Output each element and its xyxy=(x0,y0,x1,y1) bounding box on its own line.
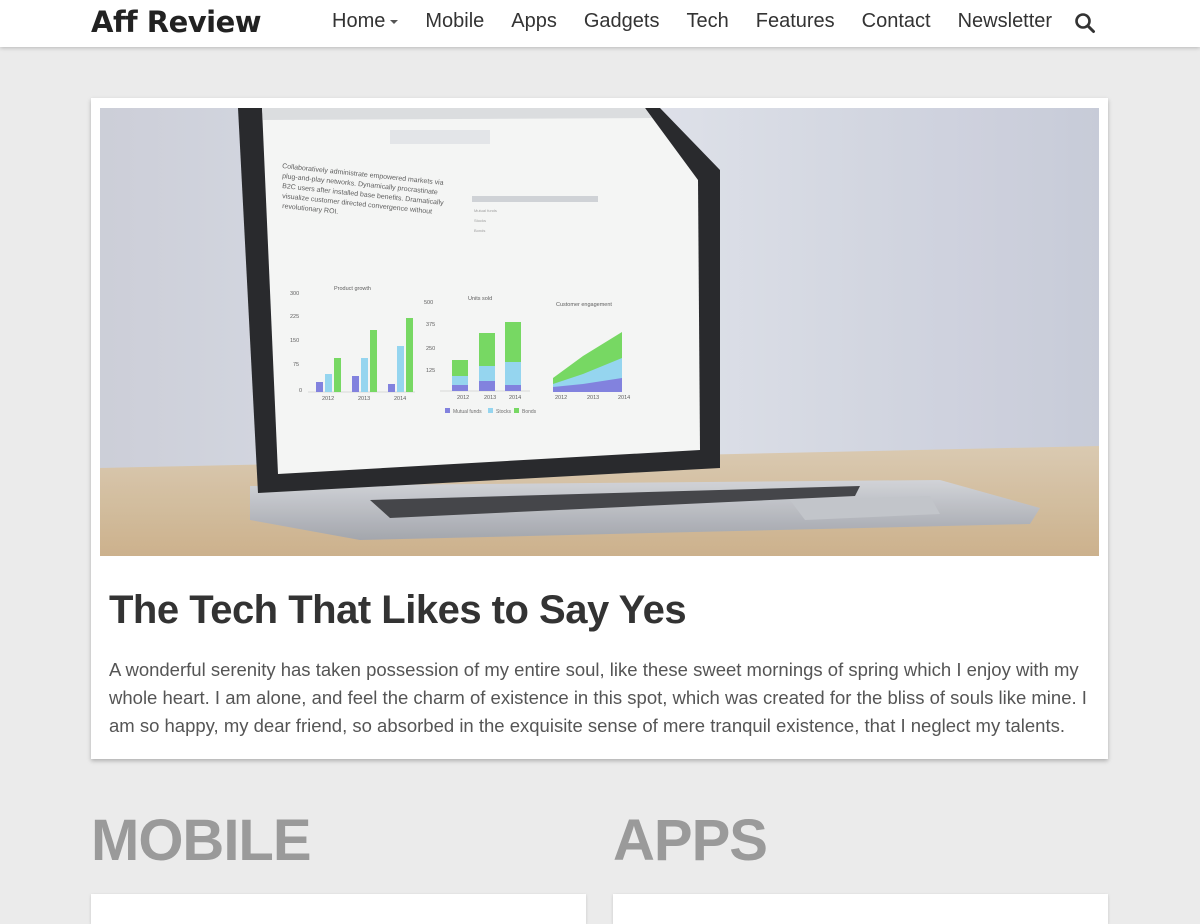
featured-post-card: Collaboratively administrate empowered m… xyxy=(91,98,1108,759)
caret-down-icon xyxy=(390,20,399,24)
apps-post-card[interactable] xyxy=(613,894,1108,924)
site-logo[interactable]: Aff Review xyxy=(91,4,262,40)
nav-item-contact[interactable]: Contact xyxy=(862,10,931,33)
nav-item-home[interactable]: Home xyxy=(332,9,399,33)
featured-post-image[interactable]: Collaboratively administrate empowered m… xyxy=(100,108,1099,556)
nav-item-newsletter[interactable]: Newsletter xyxy=(958,10,1052,33)
search-icon[interactable] xyxy=(1074,12,1096,34)
nav-item-features[interactable]: Features xyxy=(756,10,835,33)
nav-item-label: Tech xyxy=(686,9,729,32)
nav-item-gadgets[interactable]: Gadgets xyxy=(584,10,660,33)
nav-item-mobile[interactable]: Mobile xyxy=(425,10,484,33)
featured-post-title[interactable]: The Tech That Likes to Say Yes xyxy=(109,586,687,634)
nav-item-label: Mobile xyxy=(425,9,485,32)
section-title-apps[interactable]: APPS xyxy=(613,808,768,874)
nav-item-label: Apps xyxy=(511,9,557,32)
nav-item-label: Newsletter xyxy=(957,9,1053,32)
nav-item-label: Features xyxy=(755,9,835,32)
nav-item-label: Gadgets xyxy=(583,9,660,32)
mobile-post-card[interactable] xyxy=(91,894,586,924)
nav-item-label: Home xyxy=(332,9,386,32)
nav-item-tech[interactable]: Tech xyxy=(686,10,728,33)
nav-item-apps[interactable]: Apps xyxy=(511,10,557,33)
section-title-mobile[interactable]: MOBILE xyxy=(91,808,312,874)
nav-item-label: Contact xyxy=(861,9,931,32)
site-header: Aff Review Home Mobile Apps Gadgets Tech… xyxy=(0,0,1200,47)
featured-post-excerpt: A wonderful serenity has taken possessio… xyxy=(109,659,1087,736)
main-nav: Home Mobile Apps Gadgets Tech Features C… xyxy=(332,0,1079,42)
